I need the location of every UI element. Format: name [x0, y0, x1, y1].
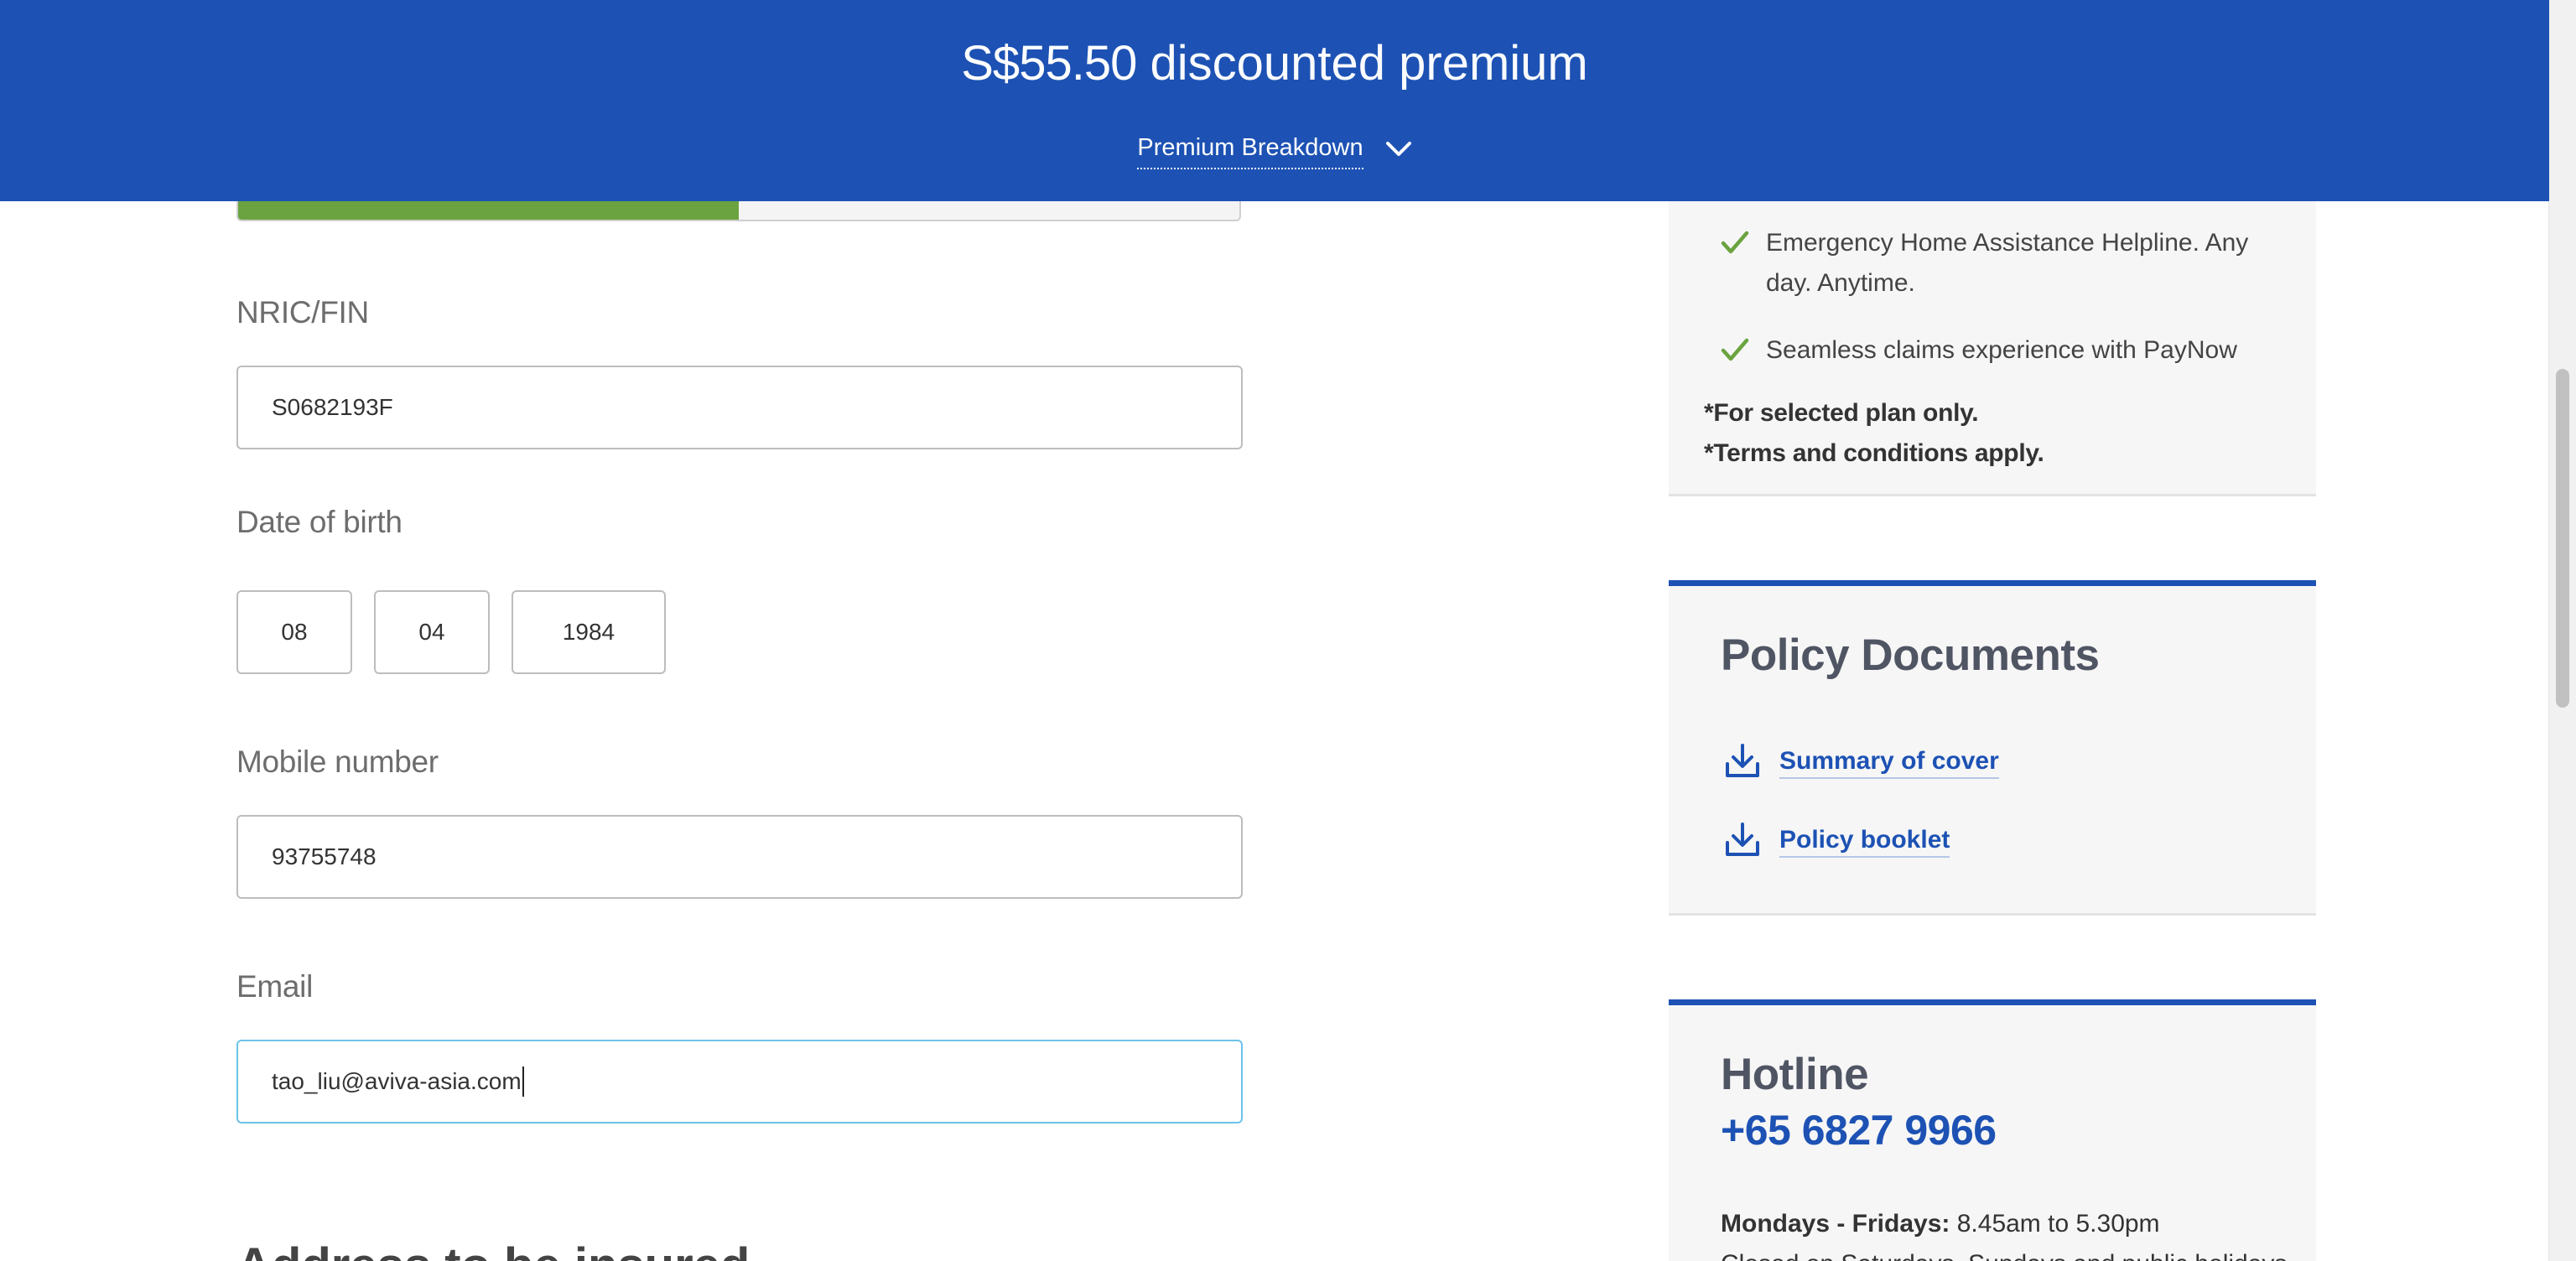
premium-breakdown-label[interactable]: Premium Breakdown — [1137, 129, 1363, 169]
premium-amount: S$55.50 — [961, 36, 1137, 91]
chevron-down-icon[interactable] — [1385, 140, 1412, 158]
summary-of-cover-label[interactable]: Summary of cover — [1779, 747, 1999, 779]
fine-print-selected-plan: *For selected plan only. — [1704, 399, 1979, 427]
mobile-value: 93755748 — [272, 843, 377, 869]
email-label: Email — [236, 969, 314, 1004]
dob-label: Date of birth — [236, 505, 402, 539]
policy-booklet-link[interactable]: Policy booklet — [1724, 821, 1950, 862]
premium-label: discounted premium — [1150, 36, 1588, 91]
premium-breakdown-toggle[interactable]: Premium Breakdown — [0, 129, 2549, 169]
office-hours: Mondays - Fridays: 8.45am to 5.30pm — [1721, 1210, 2160, 1238]
policy-documents-title: Policy Documents — [1721, 630, 2100, 680]
fine-print-terms: *Terms and conditions apply. — [1704, 439, 2044, 467]
dob-month-value: 04 — [418, 619, 445, 645]
hotline-title: Hotline — [1721, 1050, 1869, 1099]
nric-value: S0682193F — [272, 394, 393, 420]
benefit-text: Seamless claims experience with PayNow — [1766, 336, 2237, 364]
mobile-input[interactable]: 93755748 — [236, 815, 1243, 899]
office-hours-days: Mondays - Fridays: — [1721, 1210, 1950, 1238]
download-icon[interactable] — [1724, 821, 1761, 862]
nric-input[interactable]: S0682193F — [236, 366, 1243, 449]
dob-year-input[interactable]: 1984 — [512, 590, 666, 674]
premium-summary: S$55.50 discounted premium — [0, 32, 2549, 96]
benefit-item: Seamless claims experience with PayNow — [1721, 330, 2274, 371]
page-scrollbar[interactable] — [2548, 0, 2576, 1261]
text-caret — [522, 1066, 524, 1097]
nric-label: NRIC/FIN — [236, 295, 369, 330]
dob-year-value: 1984 — [562, 619, 615, 645]
email-input[interactable]: tao_liu@aviva-asia.com — [236, 1040, 1243, 1123]
check-icon — [1721, 228, 1749, 268]
email-value: tao_liu@aviva-asia.com — [272, 1068, 522, 1094]
policy-documents-panel: Policy Documents Summary of cover Policy… — [1669, 580, 2316, 916]
scrollbar-thumb[interactable] — [2556, 369, 2569, 708]
dob-month-input[interactable]: 04 — [374, 590, 490, 674]
premium-banner: S$55.50 discounted premium Premium Break… — [0, 0, 2549, 201]
policy-booklet-label[interactable]: Policy booklet — [1779, 826, 1950, 858]
benefit-item: Emergency Home Assistance Helpline. Any … — [1721, 223, 2274, 304]
dob-day-value: 08 — [281, 619, 308, 645]
benefits-panel: Emergency Home Assistance Helpline. Any … — [1669, 151, 2316, 496]
dob-day-input[interactable]: 08 — [236, 590, 352, 674]
download-icon[interactable] — [1724, 742, 1761, 783]
address-section-heading: Address to be insured — [236, 1238, 750, 1261]
summary-of-cover-link[interactable]: Summary of cover — [1724, 742, 1999, 783]
closed-days-note: Closed on Saturdays, Sundays and public … — [1721, 1250, 2294, 1261]
hotline-number[interactable]: +65 6827 9966 — [1721, 1106, 1997, 1155]
check-icon — [1721, 335, 1749, 376]
office-hours-time: 8.45am to 5.30pm — [1956, 1210, 2160, 1238]
page: S$55.50 discounted premium Premium Break… — [0, 0, 2576, 1261]
benefit-text: Emergency Home Assistance Helpline. Any … — [1766, 229, 2249, 297]
hotline-panel: Hotline +65 6827 9966 Mondays - Fridays:… — [1669, 999, 2316, 1261]
mobile-label: Mobile number — [236, 745, 439, 779]
